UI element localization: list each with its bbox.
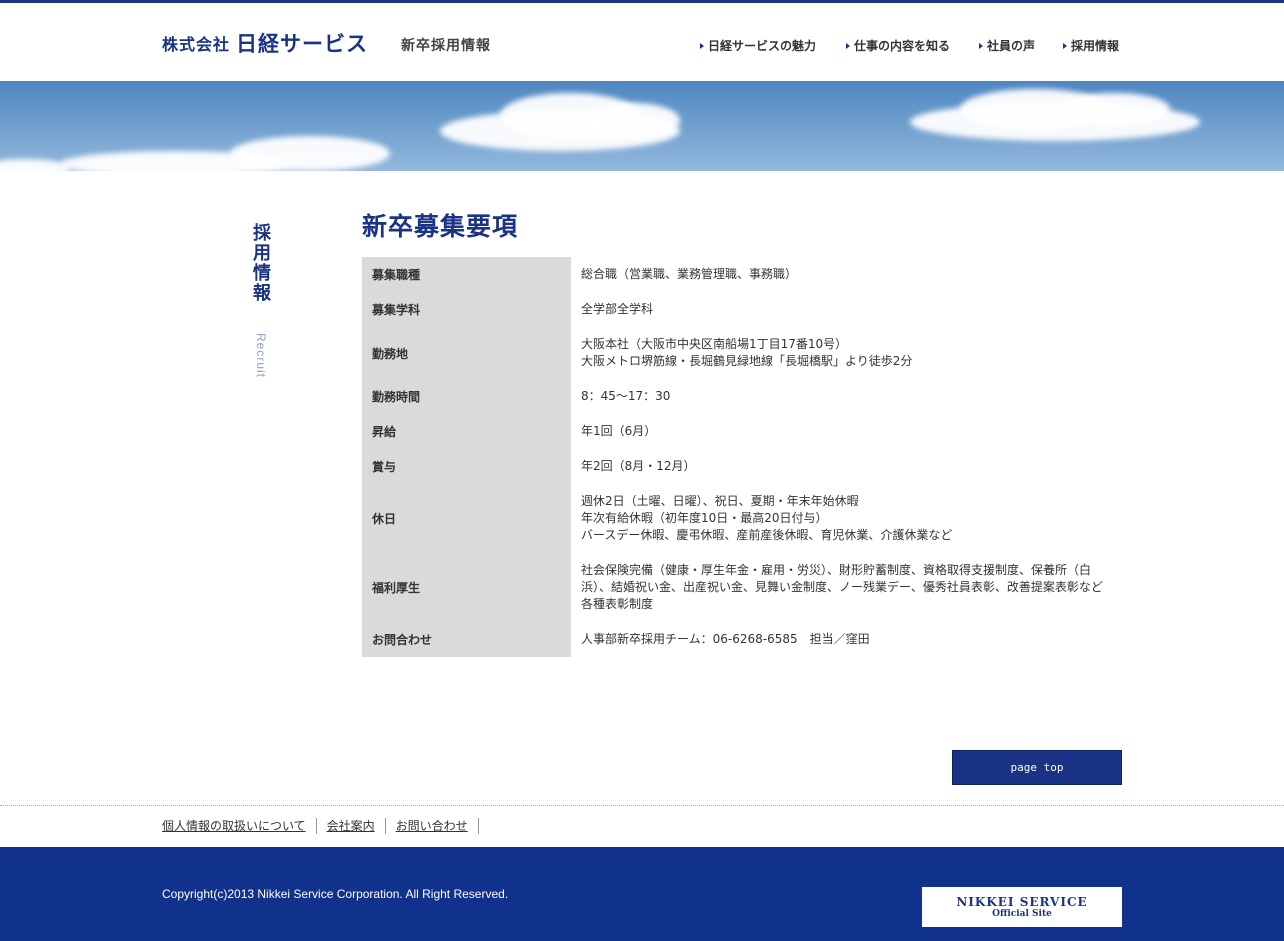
side-title-en: Recruit <box>254 333 268 379</box>
row-label: 募集学科 <box>362 292 571 327</box>
row-value: 年2回（8月・12月） <box>571 449 1122 484</box>
cloud <box>230 136 390 171</box>
link-separator <box>384 817 386 834</box>
arrow-right-icon <box>700 42 704 49</box>
row-value: 8：45～17：30 <box>571 379 1122 414</box>
site-footer: Copyright(c)2013 Nikkei Service Corporat… <box>0 847 1284 941</box>
row-value: 人事部新卒採用チーム：06-6268-6585 担当／窪田 <box>571 622 1122 657</box>
row-label: 勤務時間 <box>362 379 571 414</box>
cloud <box>1060 93 1170 125</box>
row-label: 募集職種 <box>362 257 571 292</box>
row-value: 週休2日（土曜、日曜）、祝日、夏期・年末年始休暇 年次有給休暇（初年度10日・最… <box>571 484 1122 553</box>
requirements-table: 募集職種 総合職（営業職、業務管理職、事務職） 募集学科 全学部全学科 勤務地 … <box>362 257 1122 657</box>
table-row: お問合わせ 人事部新卒採用チーム：06-6268-6585 担当／窪田 <box>362 622 1122 657</box>
row-label: 賞与 <box>362 449 571 484</box>
nav-item-recruit[interactable]: 採用情報 <box>1063 37 1119 54</box>
table-row: 募集学科 全学部全学科 <box>362 292 1122 327</box>
table-row: 勤務地 大阪本社（大阪市中央区南船場1丁目17番10号） 大阪メトロ堺筋線・長堀… <box>362 327 1122 379</box>
logo-main: 日経サービス <box>236 32 369 56</box>
cloud <box>590 103 680 138</box>
nav-item-voices[interactable]: 社員の声 <box>979 37 1035 54</box>
row-value: 全学部全学科 <box>571 292 1122 327</box>
site-subtitle: 新卒採用情報 <box>401 38 491 54</box>
arrow-right-icon <box>979 42 983 49</box>
company-info-link[interactable]: 会社案内 <box>327 817 375 834</box>
link-separator <box>315 817 317 834</box>
link-separator <box>477 817 479 834</box>
copyright-text: Copyright(c)2013 Nikkei Service Corporat… <box>162 887 509 901</box>
row-value: 年1回（6月） <box>571 414 1122 449</box>
table-row: 勤務時間 8：45～17：30 <box>362 379 1122 414</box>
company-logo[interactable]: 株式会社 日経サービス <box>162 31 369 56</box>
official-site-title: NIKKEI SERVICE <box>956 895 1088 909</box>
official-site-banner[interactable]: NIKKEI SERVICE Official Site <box>922 887 1122 927</box>
row-label: 休日 <box>362 484 571 553</box>
nav-item-label: 日経サービスの魅力 <box>708 39 817 53</box>
side-title-ja: 採用情報 <box>253 223 271 304</box>
table-row: 募集職種 総合職（営業職、業務管理職、事務職） <box>362 257 1122 292</box>
privacy-link[interactable]: 個人情報の取扱いについて <box>162 817 306 834</box>
row-label: お問合わせ <box>362 622 571 657</box>
contact-link[interactable]: お問い合わせ <box>396 817 468 834</box>
row-value: 社会保険完備（健康・厚生年金・雇用・労災）、財形貯蓄制度、資格取得支援制度、保養… <box>571 553 1122 622</box>
row-value: 総合職（営業職、業務管理職、事務職） <box>571 257 1122 292</box>
table-row: 休日 週休2日（土曜、日曜）、祝日、夏期・年末年始休暇 年次有給休暇（初年度10… <box>362 484 1122 553</box>
row-label: 福利厚生 <box>362 553 571 622</box>
nav-item-label: 社員の声 <box>987 39 1036 53</box>
nav-item-label: 採用情報 <box>1071 39 1120 53</box>
row-label: 勤務地 <box>362 327 571 379</box>
nav-item-appeal[interactable]: 日経サービスの魅力 <box>700 37 816 54</box>
table-row: 福利厚生 社会保険完備（健康・厚生年金・雇用・労災）、財形貯蓄制度、資格取得支援… <box>362 553 1122 622</box>
page-top-button[interactable]: page top <box>952 750 1122 785</box>
row-value: 大阪本社（大阪市中央区南船場1丁目17番10号） 大阪メトロ堺筋線・長堀鶴見緑地… <box>571 327 1122 379</box>
footer-divider <box>0 805 1284 806</box>
nav-item-label: 仕事の内容を知る <box>854 39 951 53</box>
arrow-right-icon <box>1063 42 1067 49</box>
logo-prefix: 株式会社 <box>162 35 231 54</box>
footer-links: 個人情報の取扱いについて 会社案内 お問い合わせ <box>162 817 489 834</box>
table-row: 賞与 年2回（8月・12月） <box>362 449 1122 484</box>
arrow-right-icon <box>846 42 850 49</box>
nav-item-work[interactable]: 仕事の内容を知る <box>846 37 950 54</box>
site-header: 株式会社 日経サービス 新卒採用情報 日経サービスの魅力 仕事の内容を知る 社員… <box>0 3 1284 81</box>
row-label: 昇給 <box>362 414 571 449</box>
page-title: 新卒募集要項 <box>362 212 519 241</box>
table-row: 昇給 年1回（6月） <box>362 414 1122 449</box>
official-site-subtitle: Official Site <box>992 909 1052 919</box>
sky-banner <box>0 81 1284 171</box>
cloud <box>0 159 70 171</box>
